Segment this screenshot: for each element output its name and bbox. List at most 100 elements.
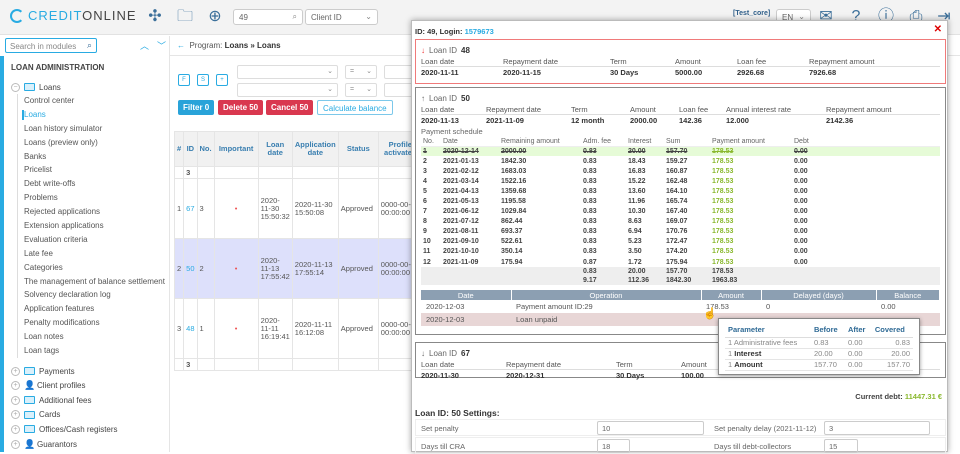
f-button[interactable]: F	[178, 74, 190, 86]
column-header[interactable]: Loan date	[257, 131, 293, 167]
money-icon	[24, 425, 35, 434]
cell-id[interactable]: 67	[183, 178, 198, 239]
column-header[interactable]: #	[173, 131, 185, 167]
group-loans[interactable]: − Loans	[11, 80, 61, 94]
search-field-select[interactable]: Client ID ⌄	[305, 9, 378, 25]
puzzle-icon[interactable]: ✣	[145, 8, 165, 26]
sidebar-item[interactable]: Loans (preview only)	[24, 136, 165, 150]
filter-field-select[interactable]: ⌄	[237, 65, 338, 79]
sidebar-item[interactable]: Rejected applications	[24, 205, 165, 219]
close-icon[interactable]: ✕	[934, 24, 942, 35]
column-header[interactable]: No.	[196, 131, 215, 167]
expand-icon: +	[11, 424, 20, 434]
sidebar-item[interactable]: Categories	[24, 261, 165, 275]
sidebar-item[interactable]: Loans	[22, 108, 165, 122]
search-icon[interactable]: ⌕	[293, 12, 297, 22]
filter-value-input[interactable]	[384, 65, 414, 79]
sidebar-group[interactable]: + Additional fees	[11, 393, 91, 407]
totals-row: 0.83 20.00 157.70 178.53	[421, 267, 940, 277]
collapse-up-icon[interactable]: ︿	[140, 39, 149, 52]
sidebar-item[interactable]: Loan tags	[24, 344, 165, 358]
sidebar-item[interactable]: Extension applications	[24, 219, 165, 233]
sidebar-group[interactable]: + Cards	[11, 408, 60, 422]
sidebar-group[interactable]: + Offices/Cash registers	[11, 422, 118, 436]
add-filter-button[interactable]: +	[216, 74, 228, 86]
field: Term	[571, 105, 588, 114]
sidebar-item[interactable]: The management of balance settlement	[24, 275, 165, 289]
filter-button[interactable]: Filter 0	[178, 100, 215, 115]
sidebar-item[interactable]: Problems	[24, 191, 165, 205]
days-till-cra-input[interactable]: 18	[597, 439, 630, 453]
loan-48-card[interactable]: ↓ Loan ID 48 Loan date Repayment date Term Am…	[415, 39, 946, 84]
set-penalty-input[interactable]: 10	[597, 421, 704, 435]
cancel-button[interactable]: Cancel 50	[266, 100, 314, 115]
delete-button[interactable]: Delete 50	[218, 100, 264, 115]
sidebar-group[interactable]: + Payments	[11, 364, 75, 378]
schedule-row: 4 2021-03-14 1522.16 0.83 15.22 162.48 178.53 0…	[423, 177, 808, 185]
sidebar-item[interactable]: Banks	[24, 150, 165, 164]
sidebar-item[interactable]: Loan history simulator	[24, 122, 165, 136]
sidebar-item[interactable]: Evaluation criteria	[24, 233, 165, 247]
operator-select[interactable]: = ⌄	[345, 83, 377, 97]
cell-status: Approved	[337, 178, 379, 239]
column-header[interactable]: Application date	[291, 131, 339, 167]
operator-select[interactable]: = ⌄	[345, 65, 377, 79]
filter-value-input[interactable]	[384, 83, 414, 97]
sidebar-item[interactable]: Debt write-offs	[24, 177, 165, 191]
module-search-input[interactable]: Search in modules ⌕	[5, 38, 97, 53]
sidebar-group[interactable]: + 👤 Guarantors	[11, 437, 77, 451]
column-header: Parameter	[725, 323, 811, 338]
cell-status: Approved	[337, 298, 379, 359]
cell-id[interactable]: 50	[183, 238, 198, 299]
column-header[interactable]: Status	[337, 131, 379, 167]
expand-icon: +	[11, 366, 20, 376]
cell-id[interactable]: 48	[183, 298, 198, 359]
column-header: Adm. fee	[581, 137, 626, 147]
sidebar-item[interactable]: Control center	[24, 94, 165, 108]
field: 2020-12-31	[506, 371, 545, 380]
expand-down-icon[interactable]: ﹀	[157, 39, 166, 52]
field: 7926.68	[809, 68, 837, 77]
calculate-balance-button[interactable]: Calculate balance	[317, 100, 393, 115]
money-icon	[24, 396, 35, 405]
tooltip-row: 1 Amount 157.70 0.00 157.70	[725, 359, 913, 371]
column-header: Remaining amount	[499, 137, 581, 147]
field: Repayment amount	[826, 105, 892, 114]
global-search-input[interactable]: 49 ⌕	[233, 9, 303, 25]
column-header: Delayed (days)	[761, 290, 877, 301]
schedule-row: 1 2020-12-14 2000.00 0.83 20.00 157.70 178.53 0…	[421, 146, 940, 157]
sidebar-item[interactable]: Penalty modifications	[24, 316, 165, 330]
sidebar-item[interactable]: Solvency declaration log	[24, 288, 165, 302]
back-arrow-icon[interactable]: ←	[177, 41, 185, 50]
column-header[interactable]: Important	[213, 131, 259, 167]
days-till-collectors-input[interactable]: 15	[824, 439, 858, 453]
sidebar-group[interactable]: + 👤 Client profiles	[11, 379, 85, 393]
column-header: Date	[421, 290, 512, 301]
globe-icon[interactable]: ⊕	[205, 8, 225, 26]
s-button[interactable]: S	[197, 74, 209, 86]
chevron-down-icon: ⌄	[366, 86, 372, 93]
column-header: Before	[810, 323, 845, 338]
column-header[interactable]: ID	[183, 131, 198, 167]
coverage-tooltip: Parameter Before After Covered 1 Administrat…	[718, 318, 920, 375]
environment-label: [Test_core]	[733, 10, 771, 17]
sidebar-item[interactable]: Application features	[24, 302, 165, 316]
filter-field-select[interactable]: ⌄	[237, 83, 338, 97]
folder-icon[interactable]: 🗀	[175, 8, 195, 26]
field: Loan date	[421, 105, 455, 114]
expand-icon: +	[11, 439, 20, 449]
sidebar-item[interactable]: Pricelist	[24, 163, 165, 177]
login-link[interactable]: 1579673	[465, 27, 494, 36]
loan-50-card[interactable]: ↑ Loan ID 50 Loan date Repayment date Term Am…	[415, 87, 946, 335]
field: 2020-11-15	[503, 68, 541, 77]
penalty-delay-input[interactable]: 3	[824, 421, 930, 435]
field: Repayment date	[506, 360, 562, 369]
arrow-up-icon: ↑	[421, 93, 425, 103]
sidebar-item[interactable]: Loan notes	[24, 330, 165, 344]
column-header: Operation	[511, 290, 702, 301]
logo[interactable]: CREDITONLINE	[10, 8, 137, 23]
sidebar-item[interactable]: Late fee	[24, 247, 165, 261]
operation-row[interactable]: 2020-12-03 Payment amount ID:29 178.53 0 0.0…	[421, 300, 940, 313]
field: 12 month	[571, 116, 605, 125]
field: 30 Days	[616, 371, 645, 380]
